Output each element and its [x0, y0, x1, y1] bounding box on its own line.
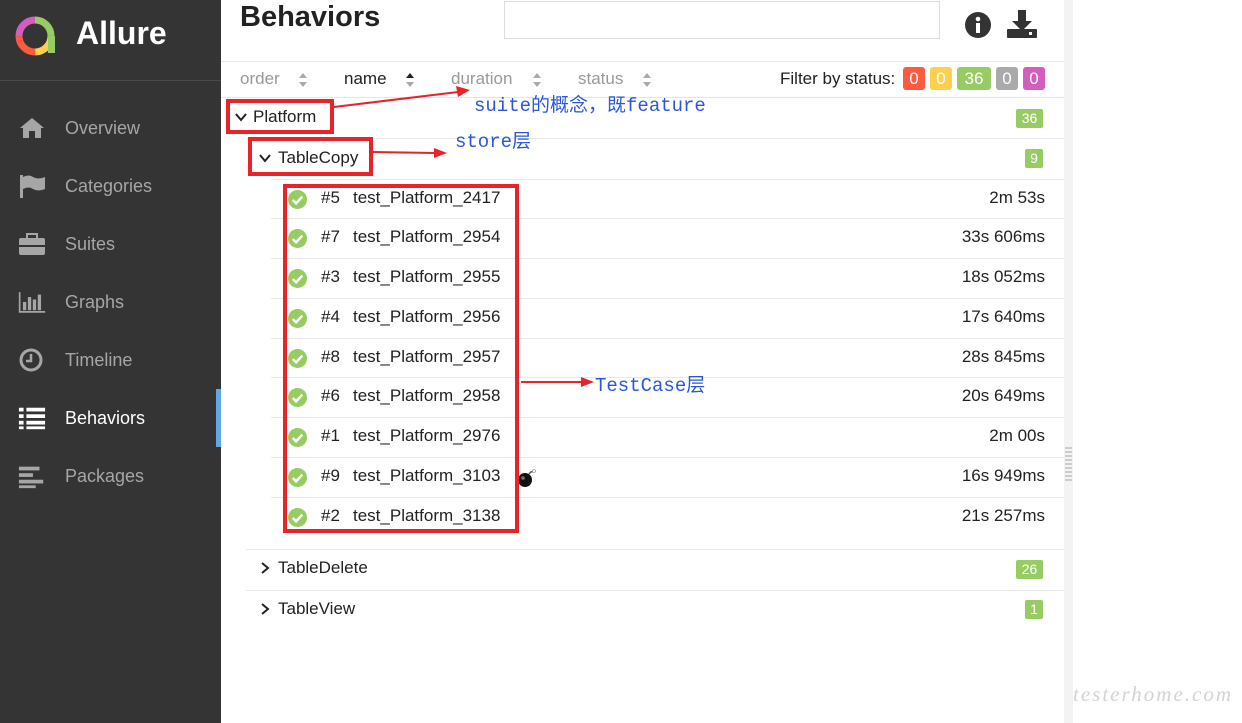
download-icon[interactable] [1006, 9, 1038, 39]
filter-passed-badge[interactable]: 36 [957, 67, 991, 90]
sort-asc-icon[interactable] [405, 72, 415, 88]
annotation-suite: suite的概念，既feature [474, 95, 706, 117]
sidebar-item-label: Graphs [65, 292, 125, 312]
filter-label: Filter by status: [780, 69, 896, 88]
sidebar-item-label: Packages [65, 466, 145, 486]
search-input[interactable] [504, 1, 940, 39]
sidebar-item-behaviors[interactable]: Behaviors [0, 389, 221, 447]
allure-logo-icon [15, 16, 55, 56]
sidebar-item-categories[interactable]: Categories [0, 157, 221, 215]
sidebar-item-label: Suites [65, 234, 116, 254]
sort-icon[interactable] [642, 72, 652, 88]
count-badge: 1 [1025, 600, 1043, 619]
test-duration: 20s 649ms [961, 386, 1045, 405]
annotation-box-tests [283, 184, 519, 533]
test-duration: 33s 606ms [961, 227, 1045, 246]
filter-skipped-badge[interactable]: 0 [996, 67, 1018, 90]
test-duration: 16s 949ms [961, 466, 1045, 485]
count-badge: 26 [1016, 560, 1043, 579]
group-label: TableView [278, 599, 356, 618]
sort-icon[interactable] [532, 72, 542, 88]
sidebar-item-label: Behaviors [65, 408, 146, 428]
home-icon [20, 118, 44, 138]
chevron-right-icon [261, 603, 270, 615]
filter-unknown-badge[interactable]: 0 [1023, 67, 1045, 90]
test-duration: 28s 845ms [961, 347, 1045, 366]
test-duration: 2m 53s [989, 188, 1045, 207]
sidebar-item-overview[interactable]: Overview [0, 99, 221, 157]
test-duration: 21s 257ms [961, 506, 1045, 525]
sidebar-item-label: Timeline [65, 350, 133, 370]
pane-scrollbar[interactable] [1064, 0, 1073, 723]
sort-duration[interactable]: duration [451, 69, 512, 89]
filter-broken-badge[interactable]: 0 [930, 67, 952, 90]
page-title: Behaviors [240, 1, 381, 33]
sidebar-item-label: Overview [65, 118, 141, 138]
app-name: Allure [76, 15, 167, 51]
clock-icon [19, 348, 43, 372]
sort-order[interactable]: order [240, 69, 280, 89]
sidebar-item-timeline[interactable]: Timeline [0, 331, 221, 389]
list-icon [18, 407, 46, 430]
count-badge: 36 [1016, 109, 1043, 128]
annotation-box-tablecopy [248, 137, 373, 176]
group-label: TableDelete [278, 558, 368, 577]
sort-icon[interactable] [298, 72, 308, 88]
count-badge: 9 [1025, 149, 1043, 168]
chevron-right-icon [261, 562, 270, 574]
sidebar-item-label: Categories [65, 176, 153, 196]
sort-status[interactable]: status [578, 69, 623, 89]
tree-group-tabledelete[interactable]: TableDelete 26 [221, 549, 1064, 589]
bar-chart-icon [18, 292, 46, 313]
briefcase-icon [19, 233, 45, 255]
sort-name[interactable]: name [344, 69, 387, 89]
resize-grip[interactable] [1065, 447, 1072, 483]
bomb-icon [518, 469, 536, 487]
test-duration: 2m 00s [989, 426, 1045, 445]
test-duration: 17s 640ms [961, 307, 1045, 326]
sidebar-item-suites[interactable]: Suites [0, 215, 221, 273]
test-duration: 18s 052ms [961, 267, 1045, 286]
align-left-icon [18, 466, 44, 489]
tree-group-tableview[interactable]: TableView 1 [221, 590, 1064, 630]
filter-failed-badge[interactable]: 0 [903, 67, 925, 90]
annotation-store: store层 [455, 131, 532, 153]
sidebar-item-graphs[interactable]: Graphs [0, 273, 221, 331]
annotation-testcase: TestCase层 [595, 375, 706, 397]
sidebar: Allure Overview Categories Suites Graphs… [0, 0, 221, 723]
watermark: testerhome.com [1073, 682, 1233, 706]
annotation-box-platform [226, 99, 334, 134]
sidebar-item-packages[interactable]: Packages [0, 447, 221, 505]
info-icon[interactable] [964, 11, 992, 39]
flag-icon [20, 175, 45, 198]
brand-header[interactable]: Allure [0, 0, 221, 81]
